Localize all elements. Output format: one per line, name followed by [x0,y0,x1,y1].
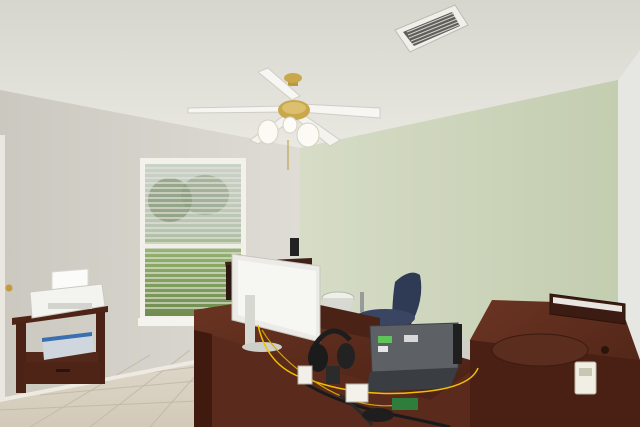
laptop [366,322,462,392]
scene-svg [0,0,640,427]
home-office-photo [0,0,640,427]
right-desk [470,293,640,427]
